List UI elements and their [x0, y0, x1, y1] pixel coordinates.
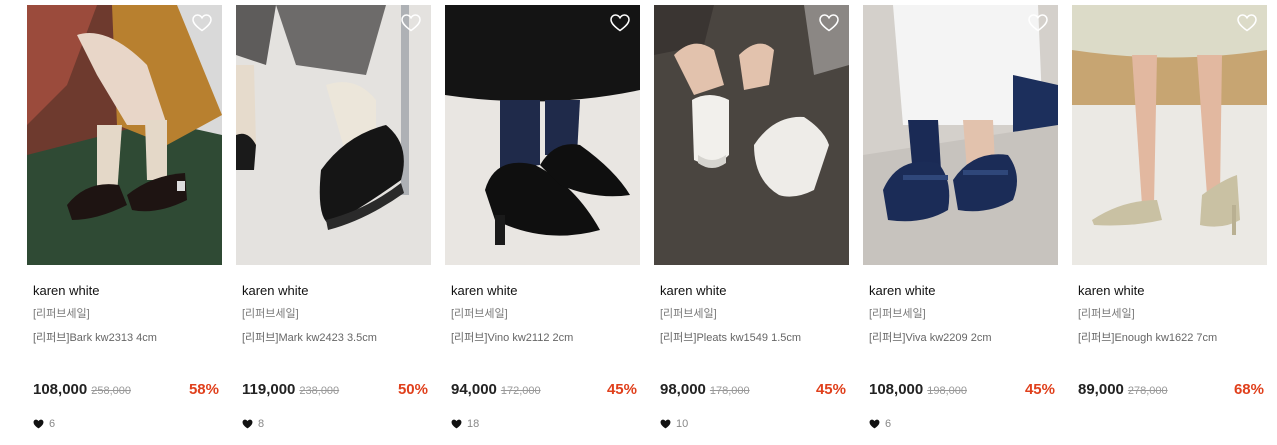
- product-title[interactable]: [리퍼브]Viva kw2209 2cm: [869, 331, 1052, 345]
- product-title[interactable]: [리퍼브]Pleats kw1549 1.5cm: [660, 331, 843, 345]
- sale-price: 89,000: [1078, 381, 1124, 398]
- product-title[interactable]: [리퍼브]Bark kw2313 4cm: [33, 331, 216, 345]
- product-card[interactable]: karen white [리퍼브세일] [리퍼브]Pleats kw1549 1…: [654, 5, 849, 445]
- price-row: 89,000 278,000 68%: [1078, 381, 1264, 401]
- product-card[interactable]: karen white [리퍼브세일] [리퍼브]Mark kw2423 3.5…: [236, 5, 431, 445]
- sale-tag: [리퍼브세일]: [869, 308, 926, 320]
- product-image[interactable]: [236, 5, 431, 265]
- original-price: 198,000: [927, 385, 967, 397]
- product-image[interactable]: [1072, 5, 1267, 265]
- product-card[interactable]: karen white [리퍼브세일] [리퍼브]Viva kw2209 2cm…: [863, 5, 1058, 445]
- sale-tag: [리퍼브세일]: [1078, 308, 1135, 320]
- brand-name[interactable]: karen white: [242, 283, 425, 299]
- brand-name[interactable]: karen white: [33, 283, 216, 299]
- like-count: 18: [451, 418, 479, 430]
- sale-price: 108,000: [869, 381, 924, 398]
- discount-rate: 45%: [815, 381, 846, 398]
- wishlist-heart-icon[interactable]: [401, 14, 421, 32]
- sale-tag: [리퍼브세일]: [242, 308, 299, 320]
- product-image[interactable]: [654, 5, 849, 265]
- white-oxford-photo: [654, 5, 849, 265]
- product-card[interactable]: karen white [리퍼브세일] [리퍼브]Bark kw2313 4cm…: [27, 5, 222, 445]
- like-count: 6: [869, 418, 891, 430]
- discount-rate: 58%: [188, 381, 219, 398]
- sale-price: 108,000: [33, 381, 88, 398]
- like-count: 10: [660, 418, 688, 430]
- wishlist-heart-icon[interactable]: [1028, 14, 1048, 32]
- sale-tag: [리퍼브세일]: [33, 308, 90, 320]
- price-row: 108,000 198,000 45%: [869, 381, 1055, 401]
- original-price: 172,000: [500, 385, 541, 397]
- wishlist-heart-icon[interactable]: [1237, 14, 1257, 32]
- like-count-value: 8: [258, 418, 265, 430]
- price-row: 98,000 178,000 45%: [660, 381, 846, 401]
- product-image[interactable]: [863, 5, 1058, 265]
- discount-rate: 50%: [397, 381, 428, 398]
- product-title[interactable]: [리퍼브]Enough kw1622 7cm: [1078, 331, 1261, 345]
- brand-name[interactable]: karen white: [451, 283, 634, 299]
- price-row: 119,000 238,000 50%: [242, 381, 428, 401]
- original-price: 178,000: [709, 385, 750, 397]
- product-image[interactable]: [445, 5, 640, 265]
- navy-mary-jane-photo: [863, 5, 1058, 265]
- product-title[interactable]: [리퍼브]Vino kw2112 2cm: [451, 331, 634, 345]
- wishlist-heart-icon[interactable]: [192, 14, 212, 32]
- black-loafer-photo: [236, 5, 431, 265]
- price-row: 94,000 172,000 45%: [451, 381, 637, 401]
- price-row: 108,000 258,000 58%: [33, 381, 219, 401]
- heart-filled-icon: [242, 419, 253, 429]
- sale-tag: [리퍼브세일]: [660, 308, 717, 320]
- heart-filled-icon: [33, 419, 44, 429]
- brand-name[interactable]: karen white: [660, 283, 843, 299]
- sale-price: 119,000: [242, 381, 296, 398]
- beige-pump-photo: [1072, 5, 1267, 265]
- heart-filled-icon: [660, 419, 671, 429]
- like-count-value: 6: [49, 418, 56, 430]
- product-card[interactable]: karen white [리퍼브세일] [리퍼브]Vino kw2112 2cm…: [445, 5, 640, 445]
- discount-rate: 68%: [1233, 381, 1264, 398]
- sale-price: 98,000: [660, 381, 706, 398]
- discount-rate: 45%: [606, 381, 637, 398]
- product-image[interactable]: [27, 5, 222, 265]
- brand-name[interactable]: karen white: [1078, 283, 1261, 299]
- like-count-value: 18: [467, 418, 480, 430]
- original-price: 238,000: [299, 385, 340, 397]
- loafer-mary-jane-photo: [27, 5, 222, 265]
- original-price: 278,000: [1127, 385, 1168, 397]
- heart-filled-icon: [451, 419, 462, 429]
- black-pointed-flat-photo: [445, 5, 640, 265]
- sale-tag: [리퍼브세일]: [451, 308, 508, 320]
- wishlist-heart-icon[interactable]: [819, 14, 839, 32]
- like-count-value: 10: [676, 418, 689, 430]
- like-count: 8: [242, 418, 264, 430]
- discount-rate: 45%: [1024, 381, 1055, 398]
- like-count: 6: [33, 418, 55, 430]
- brand-name[interactable]: karen white: [869, 283, 1052, 299]
- original-price: 258,000: [91, 385, 131, 397]
- like-count-value: 6: [885, 418, 892, 430]
- product-title[interactable]: [리퍼브]Mark kw2423 3.5cm: [242, 331, 425, 345]
- product-card[interactable]: karen white [리퍼브세일] [리퍼브]Enough kw1622 7…: [1072, 5, 1267, 445]
- wishlist-heart-icon[interactable]: [610, 14, 630, 32]
- sale-price: 94,000: [451, 381, 497, 398]
- product-grid: karen white [리퍼브세일] [리퍼브]Bark kw2313 4cm…: [0, 0, 1277, 445]
- heart-filled-icon: [869, 419, 880, 429]
